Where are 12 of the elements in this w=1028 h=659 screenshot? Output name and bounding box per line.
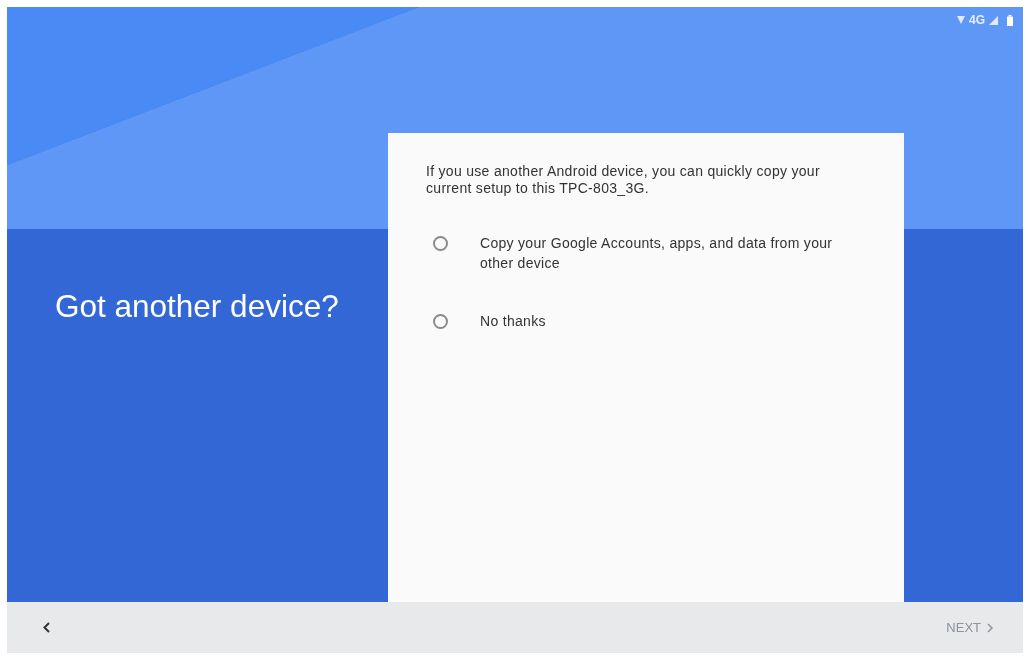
page-heading: Got another device? xyxy=(55,287,339,325)
radio-button[interactable] xyxy=(433,314,448,329)
chevron-left-icon xyxy=(43,622,50,633)
radio-button[interactable] xyxy=(433,236,448,251)
intro-text: If you use another Android device, you can quickly copy your current setup to this TPC-803_3G. xyxy=(426,163,821,197)
battery-icon xyxy=(1007,14,1013,26)
network-type: 4G xyxy=(969,14,985,26)
chevron-right-icon xyxy=(987,622,993,633)
option-label[interactable]: No thanks xyxy=(480,311,546,331)
wifi-icon xyxy=(957,16,965,24)
signal-icon xyxy=(989,15,998,25)
option-label[interactable]: Copy your Google Accounts, apps, and data from your other device xyxy=(480,233,856,273)
